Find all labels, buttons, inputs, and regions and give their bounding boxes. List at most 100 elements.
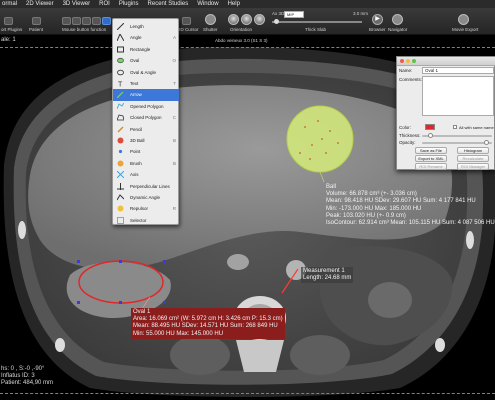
tool-menu-item-angle[interactable]: Angle A <box>113 32 179 44</box>
oval-measurement-line: Mean: 88.495 HU SDev: 14.571 HU Sum: 268… <box>133 323 278 330</box>
tool-menu-item-text[interactable]: T Text T <box>113 78 179 90</box>
tool-menu-item-label: Text <box>130 81 139 86</box>
tool-menu-item-axis[interactable]: Axis <box>113 169 179 181</box>
roi-tool-button[interactable] <box>102 17 111 25</box>
wl-tool-button[interactable] <box>62 17 71 25</box>
ball-roi[interactable] <box>286 105 354 173</box>
tool-menu-item-label: Closed Polygon <box>130 115 162 121</box>
menu-2d-viewer[interactable]: 2D Viewer <box>26 0 54 8</box>
tool-menu-item-point[interactable]: Point <box>113 146 179 158</box>
roi-comments-field[interactable] <box>422 76 494 116</box>
menu-3d-viewer[interactable]: 3D Viewer <box>63 0 91 8</box>
menu-normal[interactable]: ormal <box>2 0 17 8</box>
tool-menu-item-label: Angle <box>130 35 142 41</box>
tool-menu-item-label: Opened Polygon <box>130 103 164 109</box>
tool-menu-item-label: 3D Ball <box>130 138 145 143</box>
menu-window[interactable]: Window <box>197 0 218 8</box>
info-line: Inflatus ID: 3 <box>1 373 35 379</box>
orientation-sagittal-icon[interactable] <box>254 14 265 25</box>
menubar: ormal 2D Viewer 3D Viewer ROI Plugins Re… <box>0 0 495 8</box>
tool-menu-item-repulsor[interactable]: Repulsor R <box>113 203 179 215</box>
thick-slab-mode[interactable]: Ax 3D <box>272 11 284 16</box>
toolbar-label-orientation: Orientation <box>230 27 253 32</box>
3d-cursor-button[interactable] <box>182 17 191 25</box>
dynamic-angle-icon <box>116 194 125 201</box>
toolbar-label-shutter: Shutter <box>203 27 218 32</box>
ball-measurement-line: Volume: 66.878 cm³ (+- 3.036 cm) <box>326 191 417 198</box>
tool-menu-item-arrow[interactable]: Arrow <box>113 89 179 101</box>
tool-menu-item-label: Repulsor <box>130 206 149 212</box>
export-plugins-button[interactable] <box>4 17 13 25</box>
menu-roi[interactable]: ROI <box>99 0 110 8</box>
toolbar-label-movie-export: Movie Export <box>452 27 479 32</box>
repulsor-icon <box>117 205 124 212</box>
patient-button[interactable] <box>32 17 41 25</box>
orientation-axial-icon[interactable] <box>228 14 239 25</box>
tool-menu-item-length[interactable]: Length <box>113 21 179 33</box>
thick-slab-slider[interactable] <box>272 19 362 24</box>
point-icon <box>117 148 124 155</box>
menu-recent-studies[interactable]: Recent Studies <box>148 0 189 8</box>
orientation-coronal-icon[interactable] <box>241 14 252 25</box>
menu-plugins[interactable]: Plugins <box>119 0 139 8</box>
tool-menu-item-label: Perpendicular Lines <box>130 183 170 189</box>
ball-measurement-line: Min: -173.000 HU Max: 185.000 HU <box>326 205 422 212</box>
menu-help[interactable]: Help <box>228 0 240 8</box>
arrow-measurement-title: Measurement 1 <box>303 268 345 274</box>
ball-measurement-line: Ball <box>326 184 337 190</box>
closed-polygon-icon <box>116 114 125 121</box>
save-as-file-button[interactable]: Save as File <box>415 147 447 154</box>
info-line: hs: 0 , S:-0 ,-90° <box>1 366 45 372</box>
tool-menu-item-oval-angle[interactable]: Oval & Angle <box>113 67 179 79</box>
toolbar: Ax 3D MIP 3.0 mm ▶ ort Plugins Patient M… <box>0 8 495 35</box>
roi-panel-titlebar[interactable] <box>397 57 495 66</box>
tool-menu-item-label: Rectangle <box>130 46 151 52</box>
roi-color-swatch[interactable] <box>425 124 435 130</box>
roi-manager-button[interactable]: ROI Manager <box>457 163 489 170</box>
tool-menu-item-oval[interactable]: Oval O <box>113 55 179 67</box>
navigator-icon[interactable] <box>392 14 403 25</box>
tool-menu-item-label: Axis <box>130 172 139 178</box>
export-xml-button[interactable]: Export to XML <box>415 155 447 162</box>
tool-menu-item-shortcut: C <box>172 115 176 121</box>
roi-opacity-slider[interactable] <box>422 140 492 145</box>
oval-measurement: Oval 1 Area: 16.069 cm² (W: 5.972 cm H: … <box>131 308 285 339</box>
shutter-icon[interactable] <box>205 14 216 25</box>
tool-menu-item-dynamic-angle[interactable]: Dynamic Angle <box>113 192 179 204</box>
tool-menu-item-brush[interactable]: Brush B <box>113 158 179 170</box>
tool-menu-item-pencil[interactable]: Pencil <box>113 124 179 136</box>
movie-export-icon[interactable] <box>458 14 469 25</box>
oval-angle-icon <box>117 69 124 76</box>
close-icon[interactable] <box>400 59 404 63</box>
tool-menu-item-selector[interactable]: Selector <box>113 215 179 227</box>
zoom-tool-button[interactable] <box>82 17 91 25</box>
roi-rename-button[interactable]: ROI Rename <box>415 163 447 170</box>
move-tool-button[interactable] <box>72 17 81 25</box>
browser-icon[interactable]: ▶ <box>372 14 383 25</box>
toolbar-label-navigator: Navigator <box>388 27 408 32</box>
roi-opacity-label: Opacity: <box>399 140 416 145</box>
all-same-name-checkbox[interactable] <box>453 125 457 129</box>
tool-menu-item-closed-polygon[interactable]: Closed Polygon C <box>113 112 179 124</box>
thick-slab-select[interactable]: MIP <box>284 11 304 18</box>
recalculate-button[interactable]: Recalculate <box>457 155 489 162</box>
all-same-name-label: All with same name <box>459 125 494 130</box>
opened-polygon-icon <box>116 102 125 110</box>
zoom-icon[interactable] <box>412 59 416 63</box>
tool-menu-item-perpendicular[interactable]: Perpendicular Lines <box>113 181 179 193</box>
rotate-tool-button[interactable] <box>92 17 101 25</box>
tool-menu-item-shortcut: R <box>172 206 176 212</box>
info-line: Patient: 484,90 mm <box>1 380 54 386</box>
minimize-icon[interactable] <box>406 59 410 63</box>
arrow-roi[interactable] <box>281 268 299 294</box>
roi-thickness-slider[interactable] <box>422 133 492 138</box>
tool-menu-item-ball[interactable]: 3D Ball B <box>113 135 179 147</box>
tool-menu-item-rectangle[interactable]: Rectangle <box>113 44 179 56</box>
oval-roi[interactable] <box>78 260 164 304</box>
ball-measurement: Ball Volume: 66.878 cm³ (+- 3.036 cm) Me… <box>324 183 495 228</box>
tool-menu-item-opened-polygon[interactable]: Opened Polygon <box>113 101 179 113</box>
histogram-button[interactable]: Histogram <box>457 147 489 154</box>
selector-icon <box>117 216 124 224</box>
roi-name-field[interactable]: Oval 1 <box>422 67 494 74</box>
toolbar-label-3d-cursor: 3D Cursor <box>178 27 199 32</box>
